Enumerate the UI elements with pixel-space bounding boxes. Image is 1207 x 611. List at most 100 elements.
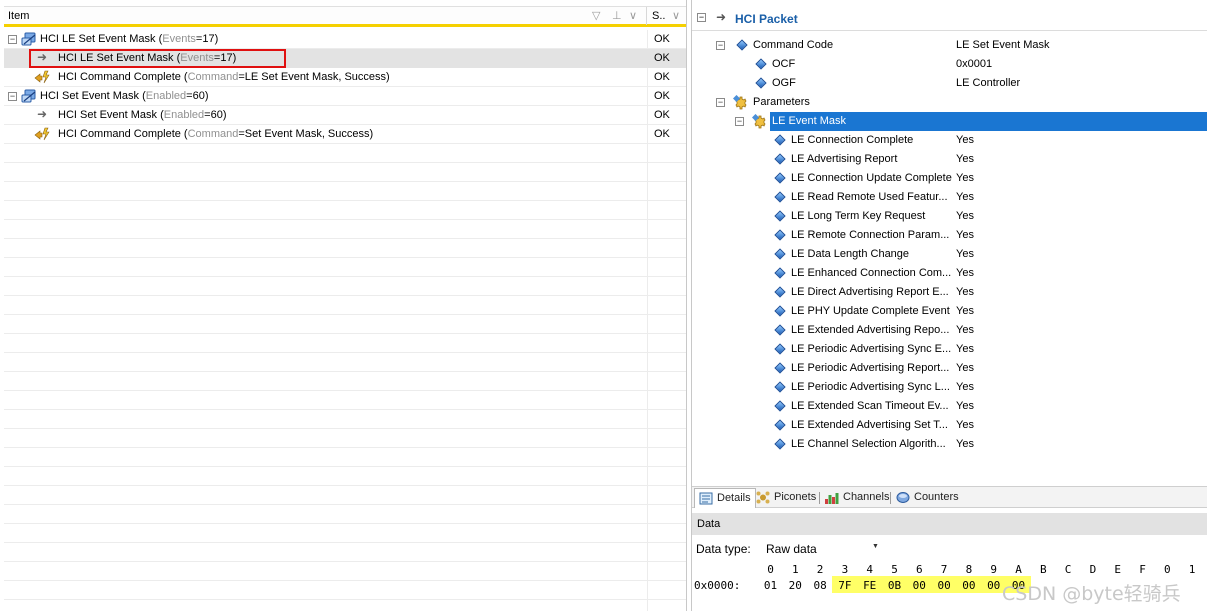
field-label: LE Enhanced Connection Com... [791,267,952,279]
tree-item-mask-bit[interactable]: LE Direct Advertising Report E... Yes [692,283,1207,302]
tab-details[interactable]: Details [694,488,756,508]
tree-item-mask-bit[interactable]: LE Advertising Report Yes [692,150,1207,169]
tree-item-parameters[interactable]: − Parameters [692,93,1207,112]
transaction-icon [21,32,36,46]
tree-item-mask-bit[interactable]: LE Periodic Advertising Report... Yes [692,359,1207,378]
details-pane: − ➜ HCI Packet − Command Code LE Set Eve… [691,0,1207,611]
packet-row[interactable]: − HCI Set Event Mask (Enabled=60) OK [4,87,686,106]
field-label: LE Channel Selection Algorith... [791,438,946,450]
tab-channels[interactable]: Channels [821,488,893,508]
field-label: LE Extended Advertising Repo... [791,324,950,336]
grid-line [4,485,686,486]
packet-row-text: HCI Set Event Mask (Enabled=60) [40,90,208,102]
highlight-box [29,49,286,68]
hex-byte[interactable]: 7F [832,576,858,593]
packet-param-open: ( [157,109,164,121]
hex-byte[interactable]: 08 [808,576,833,593]
packet-name: HCI Set Event Mask [58,109,158,121]
collapse-toggle[interactable]: − [735,117,744,126]
hex-column-index: 6 [915,563,923,576]
packet-param-name: Events [162,33,196,45]
hex-byte[interactable]: 00 [906,576,932,593]
field-icon [774,134,786,146]
tree-item-mask-bit[interactable]: LE Periodic Advertising Sync E... Yes [692,340,1207,359]
tree-item-mask-bit[interactable]: LE Extended Advertising Set T... Yes [692,416,1207,435]
collapse-toggle[interactable]: − [716,41,725,50]
tree-item-mask-bit[interactable]: LE Extended Scan Timeout Ev... Yes [692,397,1207,416]
chevron-down-icon[interactable]: ∨ [672,9,680,22]
tree-item-mask-bit[interactable]: LE Data Length Change Yes [692,245,1207,264]
packet-row[interactable]: ➜ HCI Set Event Mask (Enabled=60) OK [4,106,686,125]
tree-item-mask-bit[interactable]: LE Periodic Advertising Sync L... Yes [692,378,1207,397]
tree-item-mask-bit[interactable]: LE PHY Update Complete Event Yes [692,302,1207,321]
field-value: Yes [956,438,974,450]
field-value: LE Controller [956,77,1021,89]
packet-status: OK [654,128,670,140]
field-value: Yes [956,324,974,336]
grid-line [4,295,686,296]
hex-byte[interactable]: 00 [931,576,957,593]
grid-line [4,466,686,467]
tree-item-mask-bit[interactable]: LE Long Term Key Request Yes [692,207,1207,226]
item-column-header[interactable]: Item ▽ ⊥ ∨ [4,7,647,25]
data-panel-title: Data [692,513,1207,535]
collapse-toggle[interactable]: − [697,13,706,22]
packet-name: HCI Command Complete [58,71,181,83]
field-icon [755,77,767,89]
hex-byte[interactable]: 01 [758,576,783,593]
chevron-down-icon[interactable]: ∨ [629,9,637,22]
field-icon [774,229,786,241]
tree-item-mask-bit[interactable]: LE Extended Advertising Repo... Yes [692,321,1207,340]
packet-name: HCI Command Complete [58,128,181,140]
collapse-toggle[interactable]: − [8,92,17,101]
tree-item-mask-bit[interactable]: LE Connection Complete Yes [692,131,1207,150]
filter-icon[interactable]: ▽ [592,9,600,22]
hex-column-index: E [1114,563,1121,576]
grid-line [4,504,686,505]
hex-byte[interactable]: 0B [882,576,907,593]
grid-line [4,599,686,600]
tree-item-ocf[interactable]: OCF 0x0001 [692,55,1207,74]
packet-param-open: ( [180,128,188,140]
tab-piconets[interactable]: Piconets [752,488,820,508]
field-value: Yes [956,172,974,184]
packet-row[interactable]: − HCI LE Set Event Mask (Events=17) OK [4,30,686,49]
field-icon [774,362,786,374]
status-column-header[interactable]: S.. ∨ [648,7,686,25]
hex-byte[interactable]: FE [857,576,883,593]
tab-counters[interactable]: Counters [892,488,963,508]
field-value: Yes [956,343,974,355]
tree-item-command-code[interactable]: − Command Code LE Set Event Mask [692,36,1207,55]
packet-param-open: ( [180,71,188,83]
pin-icon[interactable]: ⊥ [612,9,622,22]
tree-item-mask-bit[interactable]: LE Remote Connection Param... Yes [692,226,1207,245]
parameters-icon [733,95,747,110]
field-icon [774,248,786,260]
collapse-toggle[interactable]: − [716,98,725,107]
hex-column-index: A [1015,563,1022,576]
hex-byte[interactable]: 20 [783,576,808,593]
tree-item-mask-bit[interactable]: LE Read Remote Used Featur... Yes [692,188,1207,207]
tree-item-le-event-mask[interactable]: − LE Event Mask [692,112,1207,131]
tree-item-mask-bit[interactable]: LE Connection Update Complete Yes [692,169,1207,188]
item-column-label: Item [8,10,30,22]
hex-column-index: 9 [990,563,997,576]
hex-byte[interactable]: 00 [956,576,982,593]
tree-item-ogf[interactable]: OGF LE Controller [692,74,1207,93]
tab-label: Piconets [774,491,817,503]
dropdown-arrow-icon[interactable]: ▼ [872,543,879,550]
grid-line [4,542,686,543]
collapse-toggle[interactable]: − [8,35,17,44]
field-label: LE Long Term Key Request [791,210,926,222]
tree-item-mask-bit[interactable]: LE Enhanced Connection Com... Yes [692,264,1207,283]
field-label: LE Periodic Advertising Sync L... [791,381,950,393]
hex-column-index: 5 [891,563,898,576]
grid-line [4,276,686,277]
field-label: OGF [772,77,796,89]
data-type-select[interactable]: Raw data [761,539,881,557]
grid-line [4,238,686,239]
transaction-icon [21,89,36,103]
tree-item-mask-bit[interactable]: LE Channel Selection Algorith... Yes [692,435,1207,454]
packet-row[interactable]: HCI Command Complete (Command=LE Set Eve… [4,68,686,87]
packet-row[interactable]: HCI Command Complete (Command=Set Event … [4,125,686,144]
